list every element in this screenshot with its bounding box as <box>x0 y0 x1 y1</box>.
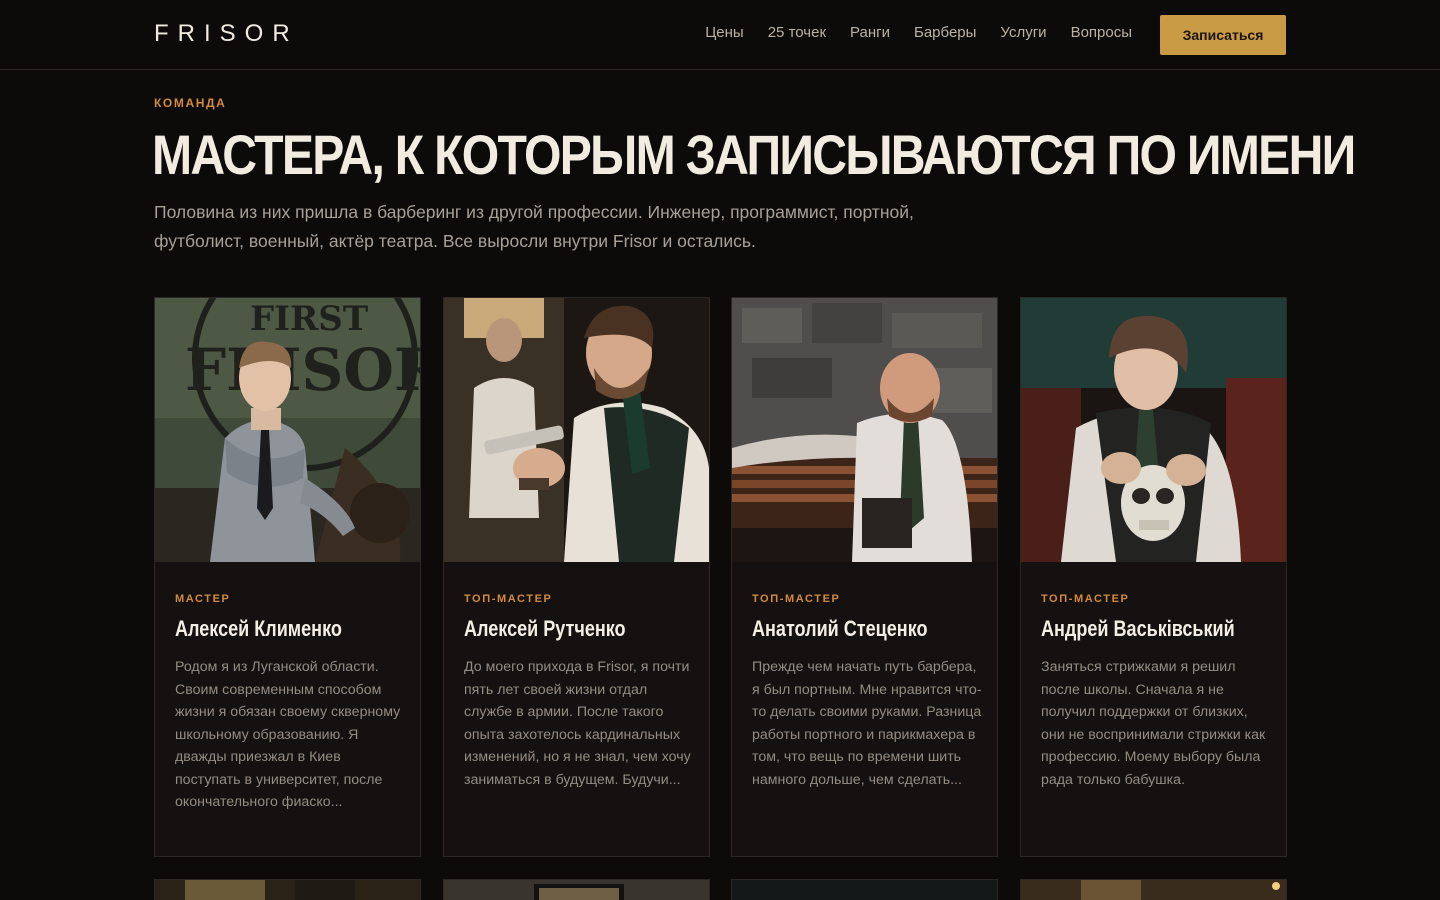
nav-link-barbers[interactable]: Барберы <box>914 24 976 41</box>
barber-card[interactable]: ТОП-МАСТЕР Алексей Рутченко До моего при… <box>443 297 710 857</box>
section-kicker: КОМАНДА <box>154 96 227 110</box>
barber-role: ТОП-МАСТЕР <box>1041 593 1130 605</box>
barber-card-peek[interactable] <box>443 879 710 900</box>
barber-card-peek[interactable] <box>154 879 421 900</box>
barber-card[interactable]: ТОП-МАСТЕР Анатолий Стеценко Прежде чем … <box>731 297 998 857</box>
barber-role: ТОП-МАСТЕР <box>464 593 553 605</box>
site-header: FRISOR Цены 25 точек Ранги Барберы Услуг… <box>0 0 1440 70</box>
barber-name[interactable]: Анатолий Стеценко <box>752 616 928 642</box>
barber-role: ТОП-МАСТЕР <box>752 593 841 605</box>
barber-bio: Прежде чем начать путь барбера, я был по… <box>752 659 982 788</box>
barber-card[interactable]: FIRST FRISOR МАСТЕР Алексей Клименко Род… <box>154 297 421 857</box>
barber-card[interactable]: ТОП-МАСТЕР Андрей Васьківський Заняться … <box>1020 297 1287 857</box>
barber-photo <box>732 298 997 562</box>
logo[interactable]: FRISOR <box>154 20 299 48</box>
barber-cards: FIRST FRISOR МАСТЕР Алексей Клименко Род… <box>154 297 1287 857</box>
book-button[interactable]: Записаться <box>1160 15 1286 55</box>
section-lead: Половина из них пришла в барберинг из др… <box>154 202 914 251</box>
barber-name[interactable]: Алексей Клименко <box>175 616 342 642</box>
barber-card-peek[interactable] <box>731 879 998 900</box>
barber-photo: FIRST FRISOR <box>155 298 420 562</box>
sign-text-frisor: FRISOR <box>185 336 420 404</box>
main-nav: Цены 25 точек Ранги Барберы Услуги Вопро… <box>705 24 1132 41</box>
barber-bio: Родом я из Луганской области. Своим совр… <box>175 659 401 810</box>
nav-link-faq[interactable]: Вопросы <box>1071 24 1132 41</box>
section-title: МАСТЕРА, К КОТОРЫМ ЗАПИСЫВАЮТСЯ ПО ИМЕНИ <box>152 123 1356 186</box>
nav-link-ranks[interactable]: Ранги <box>850 24 890 41</box>
sign-text-first: FIRST <box>250 299 368 339</box>
barber-photo <box>1021 298 1286 562</box>
nav-link-prices[interactable]: Цены <box>705 24 744 41</box>
barber-card-peek[interactable] <box>1020 879 1287 900</box>
barber-photo <box>444 298 709 562</box>
barber-role: МАСТЕР <box>175 593 231 605</box>
barber-name[interactable]: Андрей Васьківський <box>1041 616 1235 642</box>
nav-link-services[interactable]: Услуги <box>1000 24 1046 41</box>
barber-name[interactable]: Алексей Рутченко <box>464 616 626 642</box>
barber-bio: До моего прихода в Frisor, я почти пять … <box>464 659 691 788</box>
nav-link-locations[interactable]: 25 точек <box>768 24 826 41</box>
barber-bio: Заняться стрижками я решил после школы. … <box>1041 659 1266 788</box>
